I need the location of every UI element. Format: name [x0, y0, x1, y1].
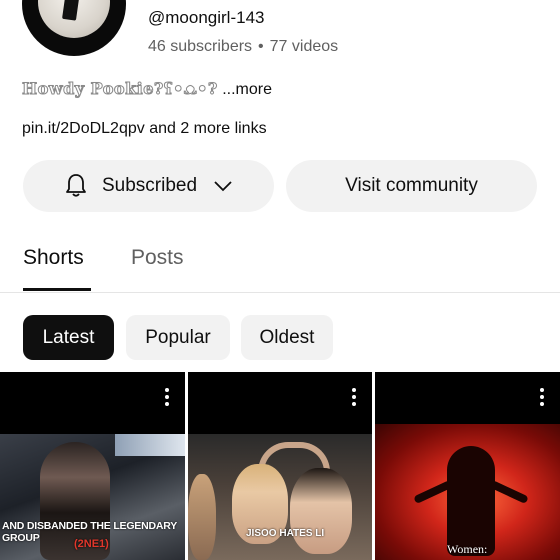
short-2-person-left [188, 474, 216, 560]
channel-stats: 46 subscribers • 77 videos [148, 38, 338, 56]
short-3-caption: Women: [447, 542, 488, 556]
channel-handle: @moongirl-143 [148, 8, 265, 27]
chevron-down-icon [214, 181, 232, 192]
filter-chip-popular[interactable]: Popular [126, 315, 230, 360]
channel-tabs: Shorts Posts [0, 240, 560, 293]
description-text: Howdy Pookie?ʕ•ᴥ•? [22, 79, 218, 99]
channel-links[interactable]: pin.it/2DoDL2qpv and 2 more links [22, 120, 267, 138]
more-vert-icon[interactable] [352, 388, 356, 409]
visit-community-label: Visit community [345, 175, 478, 196]
short-2-caption: JISOO HATES LI [246, 528, 325, 539]
short-3-arm-right [489, 479, 529, 505]
filter-chip-oldest[interactable]: Oldest [241, 315, 333, 360]
more-vert-icon[interactable] [540, 388, 544, 409]
short-2-image [188, 434, 372, 560]
description-more[interactable]: ...more [218, 81, 272, 98]
short-2-person-right [290, 468, 352, 554]
filter-chip-latest[interactable]: Latest [23, 315, 114, 360]
stats-separator: • [258, 38, 264, 55]
visit-community-button[interactable]: Visit community [286, 160, 537, 212]
channel-description[interactable]: Howdy Pookie?ʕ•ᴥ•? ...more [22, 79, 272, 99]
short-thumbnail-2[interactable]: JISOO HATES LI [188, 372, 372, 560]
tab-posts[interactable]: Posts [131, 246, 184, 270]
active-tab-indicator [23, 288, 91, 291]
subscribed-label: Subscribed [101, 175, 198, 196]
bell-icon [66, 174, 86, 197]
short-1-caption-sub: (2NE1) [74, 538, 109, 550]
subscriber-count: 46 subscribers [148, 38, 253, 55]
video-count: 77 videos [269, 38, 339, 55]
short-1-light [115, 434, 185, 456]
tab-shorts[interactable]: Shorts [23, 246, 84, 270]
short-3-silhouette [447, 446, 495, 556]
subscribed-button[interactable]: Subscribed [23, 160, 274, 212]
short-thumbnail-1[interactable]: AND DISBANDED THE LEGENDARY GROUP (2NE1) [0, 372, 185, 560]
channel-avatar[interactable] [22, 0, 126, 56]
short-3-image [375, 424, 560, 560]
short-thumbnail-3[interactable]: Women: [375, 372, 560, 560]
more-vert-icon[interactable] [165, 388, 169, 409]
